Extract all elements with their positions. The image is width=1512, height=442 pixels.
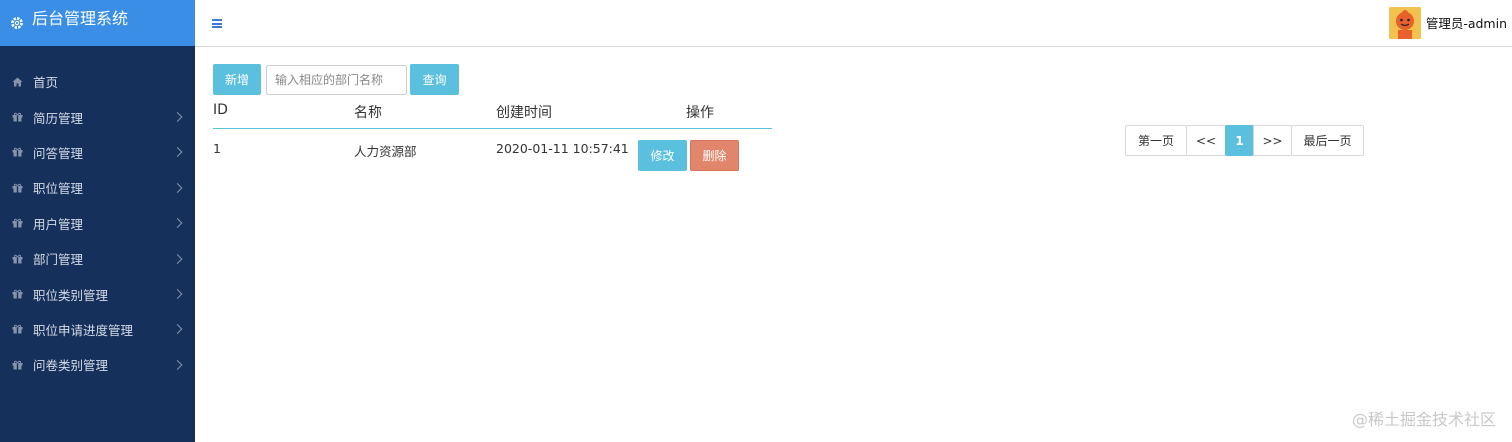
gift-icon (11, 217, 23, 229)
sidebar-item-positions[interactable]: 职位管理 (0, 170, 195, 205)
sidebar-item-qa[interactable]: 问答管理 (0, 135, 195, 170)
sidebar-item-label: 职位管理 (33, 181, 84, 197)
delete-button[interactable]: 删除 (690, 140, 739, 171)
chevron-right-icon (172, 324, 183, 335)
user-name: 管理员-admin (1425, 16, 1507, 31)
app-title: 后台管理系统 (32, 9, 129, 28)
brand-header[interactable]: 后台管理系统 (0, 0, 195, 46)
top-header: 管理员-admin (195, 0, 1512, 47)
sidebar: 后台管理系统 首页 简历管理 问答管理 职位管理 用户管理 部门管理 职位类别管… (0, 0, 195, 442)
avatar (1388, 6, 1421, 39)
table-row: 1 人力资源部 2020-01-11 10:57:41 (213, 129, 772, 169)
last-page-button[interactable]: 最后一页 (1291, 125, 1364, 156)
gift-icon (11, 323, 23, 335)
department-table: ID 名称 创建时间 操作 1 人力资源部 2020-01-11 10:57:4… (213, 98, 772, 169)
page-1-button[interactable]: 1 (1225, 125, 1254, 156)
prev-page-button[interactable]: << (1186, 125, 1226, 156)
sidebar-item-home[interactable]: 首页 (0, 64, 195, 99)
sidebar-item-label: 问卷类别管理 (33, 358, 109, 374)
cell-name: 人力资源部 (354, 144, 417, 159)
column-header-actions: 操作 (686, 105, 714, 121)
query-button[interactable]: 查询 (410, 64, 459, 95)
sidebar-item-label: 职位类别管理 (33, 287, 109, 303)
sidebar-item-label: 问答管理 (33, 145, 84, 161)
column-header-id: ID (213, 102, 228, 118)
chevron-right-icon (172, 147, 183, 158)
sidebar-item-users[interactable]: 用户管理 (0, 206, 195, 241)
cell-id: 1 (213, 141, 221, 156)
cell-created: 2020-01-11 10:57:41 (496, 141, 629, 156)
watermark: @稀土掘金技术社区 (1351, 410, 1496, 429)
chevron-right-icon (172, 182, 183, 193)
chevron-right-icon (172, 218, 183, 229)
menu-toggle-icon[interactable] (212, 19, 222, 28)
sidebar-item-position-categories[interactable]: 职位类别管理 (0, 276, 195, 311)
add-button[interactable]: 新增 (213, 64, 261, 95)
edit-button[interactable]: 修改 (638, 140, 687, 171)
table-header: ID 名称 创建时间 操作 (213, 98, 772, 129)
sidebar-item-label: 首页 (33, 75, 59, 91)
column-header-created: 创建时间 (496, 105, 552, 121)
user-menu[interactable]: 管理员-admin (1388, 6, 1507, 39)
gift-icon (11, 288, 23, 300)
sidebar-item-label: 职位申请进度管理 (33, 322, 134, 338)
chevron-right-icon (172, 359, 183, 370)
gift-icon (11, 111, 23, 123)
sidebar-item-departments[interactable]: 部门管理 (0, 241, 195, 276)
sidebar-menu: 首页 简历管理 问答管理 职位管理 用户管理 部门管理 职位类别管理 职位申请进… (0, 46, 195, 383)
next-page-button[interactable]: >> (1253, 125, 1292, 156)
sidebar-item-resume[interactable]: 简历管理 (0, 99, 195, 134)
department-search-input[interactable] (266, 65, 407, 95)
gear-icon (10, 16, 24, 30)
sidebar-item-label: 部门管理 (33, 252, 84, 268)
column-header-name: 名称 (354, 105, 382, 121)
gift-icon (11, 146, 23, 158)
chevron-right-icon (172, 253, 183, 264)
sidebar-item-application-progress[interactable]: 职位申请进度管理 (0, 312, 195, 347)
gift-icon (11, 182, 23, 194)
gift-icon (11, 359, 23, 371)
chevron-right-icon (172, 112, 183, 123)
chevron-right-icon (172, 289, 183, 299)
sidebar-item-label: 用户管理 (33, 216, 84, 232)
first-page-button[interactable]: 第一页 (1125, 125, 1187, 156)
sidebar-item-label: 简历管理 (33, 110, 84, 126)
app-root: 后台管理系统 首页 简历管理 问答管理 职位管理 用户管理 部门管理 职位类别管… (0, 0, 1512, 442)
pagination: 第一页 << 1 >> 最后一页 (1125, 125, 1364, 156)
home-icon (11, 76, 23, 88)
gift-icon (11, 253, 23, 265)
sidebar-item-questionnaire-categories[interactable]: 问卷类别管理 (0, 347, 195, 382)
